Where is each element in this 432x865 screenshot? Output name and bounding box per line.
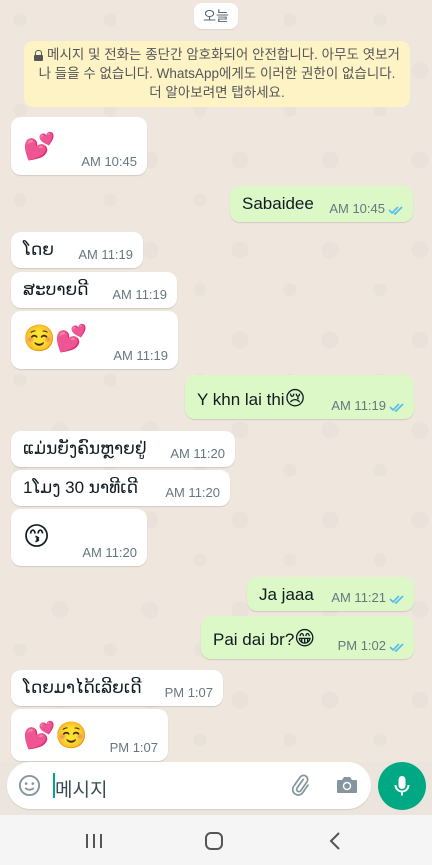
voice-record-button[interactable] — [378, 762, 426, 810]
message-bubble[interactable]: 😙 AM 11:20 — [11, 509, 147, 566]
message-bubble[interactable]: Pai dai br?😁 PM 1:02 — [201, 616, 414, 659]
encryption-notice[interactable]: 메시지 및 전화는 종단간 암호화되어 안전합니다. 아무도 엿보거나 들을 수… — [24, 41, 410, 107]
message-input[interactable]: 메시지 — [55, 775, 107, 802]
grin-emoji: 😁 — [294, 628, 316, 650]
message-bubble[interactable]: ໂດຍມາໄດ້ເລີຍເດີ PM 1:07 — [11, 670, 223, 706]
nav-home-icon[interactable] — [204, 831, 224, 851]
message-time: AM 11:19 — [331, 398, 386, 413]
message-time: AM 11:20 — [82, 545, 137, 560]
message-text: Ja jaaa — [259, 585, 314, 604]
message-bubble[interactable]: ໂດຍ AM 11:19 — [11, 232, 143, 268]
read-receipt-icon — [389, 595, 404, 604]
message-bubble[interactable]: 1ໂມງ 30 ນາທີເດີ AM 11:20 — [11, 470, 230, 506]
message-text: 1ໂມງ 30 ນາທີເດີ — [23, 478, 139, 497]
message-time: PM 1:07 — [109, 740, 158, 755]
nav-recent-icon[interactable] — [85, 833, 103, 849]
message-composer[interactable]: 메시지 — [7, 762, 371, 809]
message-bubble[interactable]: Y khn lai thi😢 AM 11:19 — [185, 375, 414, 419]
message-text: 😙 — [23, 521, 51, 551]
message-text: ☺️💕 — [23, 323, 88, 353]
nav-back-icon[interactable] — [328, 831, 342, 851]
emoji-icon[interactable] — [18, 774, 41, 797]
camera-icon[interactable] — [335, 774, 359, 796]
message-bubble[interactable]: ແມ່ນຍັງຄົນຫຼາຍຢູ່ AM 11:20 — [11, 431, 235, 467]
message-time: AM 11:21 — [331, 590, 386, 605]
message-time: AM 11:20 — [165, 485, 220, 500]
read-receipt-icon — [389, 403, 404, 412]
chat-area[interactable]: 오늘 메시지 및 전화는 종단간 암호화되어 안전합니다. 아무도 엿보거나 들… — [0, 0, 432, 762]
message-bubble[interactable]: 💕 AM 10:45 — [11, 117, 147, 175]
read-receipt-icon — [389, 643, 404, 652]
message-bubble[interactable]: ສະບາຍດີ AM 11:19 — [11, 272, 177, 308]
message-time: AM 11:19 — [112, 287, 167, 302]
message-text: Pai dai br? — [213, 630, 295, 649]
message-time: AM 11:19 — [113, 348, 168, 363]
message-bubble[interactable]: ☺️💕 AM 11:19 — [11, 311, 178, 369]
system-nav-bar — [0, 815, 432, 865]
encryption-notice-text: 메시지 및 전화는 종단간 암호화되어 안전합니다. 아무도 엿보거나 들을 수… — [38, 47, 400, 100]
lock-icon — [34, 50, 44, 61]
message-time: PM 1:07 — [164, 685, 213, 700]
message-bubble[interactable]: Sabaidee AM 10:45 — [230, 186, 413, 222]
message-bubble[interactable]: Ja jaaa AM 11:21 — [247, 577, 414, 611]
message-time: AM 10:45 — [81, 154, 137, 169]
message-text: 💕 — [23, 131, 56, 161]
sad-emoji: 😢 — [284, 388, 306, 410]
message-bubble[interactable]: 💕☺️ PM 1:07 — [11, 709, 168, 761]
mic-icon — [394, 776, 410, 796]
message-text: ແມ່ນຍັງຄົນຫຼາຍຢູ່ — [23, 439, 147, 458]
attach-icon[interactable] — [289, 774, 311, 796]
message-time: PM 1:02 — [337, 638, 386, 653]
message-time: AM 10:45 — [329, 201, 385, 216]
read-receipt-icon — [388, 206, 403, 215]
message-time: AM 11:19 — [78, 247, 133, 262]
message-text: ໂດຍ — [23, 240, 54, 259]
message-text: ໂດຍມາໄດ້ເລີຍເດີ — [23, 678, 142, 697]
message-text: ສະບາຍດີ — [23, 280, 89, 299]
message-text: Sabaidee — [242, 194, 314, 213]
message-time: AM 11:20 — [170, 446, 225, 461]
date-chip: 오늘 — [194, 3, 238, 29]
message-text: 💕☺️ — [23, 720, 88, 750]
message-text: Y khn lai thi — [197, 390, 285, 409]
